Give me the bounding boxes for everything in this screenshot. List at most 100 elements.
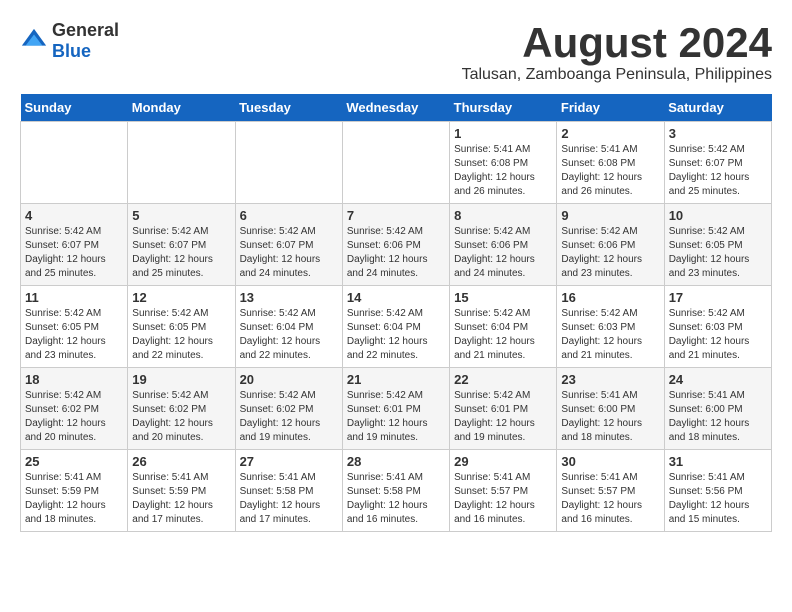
day-info: Sunrise: 5:41 AM Sunset: 6:00 PM Dayligh… — [669, 389, 767, 445]
day-number: 22 — [454, 372, 552, 387]
calendar-subtitle: Talusan, Zamboanga Peninsula, Philippine… — [462, 66, 772, 84]
calendar-cell — [235, 122, 342, 204]
day-info: Sunrise: 5:41 AM Sunset: 6:08 PM Dayligh… — [454, 143, 552, 199]
day-info: Sunrise: 5:41 AM Sunset: 6:00 PM Dayligh… — [561, 389, 659, 445]
day-info: Sunrise: 5:41 AM Sunset: 5:57 PM Dayligh… — [561, 471, 659, 527]
day-info: Sunrise: 5:42 AM Sunset: 6:06 PM Dayligh… — [347, 225, 445, 281]
calendar-cell: 8 Sunrise: 5:42 AM Sunset: 6:06 PM Daylig… — [450, 204, 557, 286]
day-number: 9 — [561, 208, 659, 223]
day-info: Sunrise: 5:41 AM Sunset: 5:57 PM Dayligh… — [454, 471, 552, 527]
calendar-cell: 10 Sunrise: 5:42 AM Sunset: 6:05 PM Dayli… — [664, 204, 771, 286]
calendar-cell: 7 Sunrise: 5:42 AM Sunset: 6:06 PM Daylig… — [342, 204, 449, 286]
day-info: Sunrise: 5:42 AM Sunset: 6:01 PM Dayligh… — [454, 389, 552, 445]
calendar-cell: 3 Sunrise: 5:42 AM Sunset: 6:07 PM Daylig… — [664, 122, 771, 204]
day-info: Sunrise: 5:41 AM Sunset: 5:58 PM Dayligh… — [347, 471, 445, 527]
calendar-cell: 31 Sunrise: 5:41 AM Sunset: 5:56 PM Dayli… — [664, 450, 771, 532]
day-number: 11 — [25, 290, 123, 305]
calendar-cell: 24 Sunrise: 5:41 AM Sunset: 6:00 PM Dayli… — [664, 368, 771, 450]
day-number: 1 — [454, 126, 552, 141]
day-info: Sunrise: 5:42 AM Sunset: 6:05 PM Dayligh… — [669, 225, 767, 281]
calendar-cell: 18Sunrise: 5:42 AM Sunset: 6:02 PM Dayli… — [21, 368, 128, 450]
day-info: Sunrise: 5:42 AM Sunset: 6:07 PM Dayligh… — [240, 225, 338, 281]
calendar-title: August 2024 — [462, 20, 772, 66]
calendar-cell — [21, 122, 128, 204]
day-info: Sunrise: 5:42 AM Sunset: 6:05 PM Dayligh… — [132, 307, 230, 363]
day-info: Sunrise: 5:42 AM Sunset: 6:02 PM Dayligh… — [25, 389, 123, 445]
title-section: August 2024 Talusan, Zamboanga Peninsula… — [462, 20, 772, 84]
day-number: 13 — [240, 290, 338, 305]
calendar-cell — [342, 122, 449, 204]
day-info: Sunrise: 5:41 AM Sunset: 5:56 PM Dayligh… — [669, 471, 767, 527]
day-info: Sunrise: 5:41 AM Sunset: 6:08 PM Dayligh… — [561, 143, 659, 199]
calendar-week-row: 18Sunrise: 5:42 AM Sunset: 6:02 PM Dayli… — [21, 368, 772, 450]
calendar-cell: 2 Sunrise: 5:41 AM Sunset: 6:08 PM Daylig… — [557, 122, 664, 204]
weekday-header-sunday: Sunday — [21, 94, 128, 122]
calendar-week-row: 25Sunrise: 5:41 AM Sunset: 5:59 PM Dayli… — [21, 450, 772, 532]
calendar-cell: 19Sunrise: 5:42 AM Sunset: 6:02 PM Dayli… — [128, 368, 235, 450]
calendar-cell: 11 Sunrise: 5:42 AM Sunset: 6:05 PM Dayli… — [21, 286, 128, 368]
calendar-cell: 21 Sunrise: 5:42 AM Sunset: 6:01 PM Dayli… — [342, 368, 449, 450]
day-number: 8 — [454, 208, 552, 223]
calendar-cell: 22 Sunrise: 5:42 AM Sunset: 6:01 PM Dayli… — [450, 368, 557, 450]
day-info: Sunrise: 5:42 AM Sunset: 6:04 PM Dayligh… — [347, 307, 445, 363]
day-number: 31 — [669, 454, 767, 469]
day-info: Sunrise: 5:42 AM Sunset: 6:01 PM Dayligh… — [347, 389, 445, 445]
weekday-header-saturday: Saturday — [664, 94, 771, 122]
weekday-header-monday: Monday — [128, 94, 235, 122]
calendar-cell: 6 Sunrise: 5:42 AM Sunset: 6:07 PM Daylig… — [235, 204, 342, 286]
weekday-header-tuesday: Tuesday — [235, 94, 342, 122]
weekday-header-row: SundayMondayTuesdayWednesdayThursdayFrid… — [21, 94, 772, 122]
day-info: Sunrise: 5:42 AM Sunset: 6:06 PM Dayligh… — [454, 225, 552, 281]
day-info: Sunrise: 5:42 AM Sunset: 6:07 PM Dayligh… — [132, 225, 230, 281]
day-number: 30 — [561, 454, 659, 469]
logo-text-blue: Blue — [52, 41, 91, 61]
calendar-cell: 20Sunrise: 5:42 AM Sunset: 6:02 PM Dayli… — [235, 368, 342, 450]
day-number: 19 — [132, 372, 230, 387]
day-info: Sunrise: 5:41 AM Sunset: 5:59 PM Dayligh… — [25, 471, 123, 527]
calendar-cell: 13 Sunrise: 5:42 AM Sunset: 6:04 PM Dayli… — [235, 286, 342, 368]
day-number: 6 — [240, 208, 338, 223]
page-header: General Blue August 2024 Talusan, Zamboa… — [20, 20, 772, 84]
day-number: 2 — [561, 126, 659, 141]
day-number: 29 — [454, 454, 552, 469]
calendar-cell: 12 Sunrise: 5:42 AM Sunset: 6:05 PM Dayli… — [128, 286, 235, 368]
calendar-cell: 9 Sunrise: 5:42 AM Sunset: 6:06 PM Daylig… — [557, 204, 664, 286]
calendar-cell: 17Sunrise: 5:42 AM Sunset: 6:03 PM Dayli… — [664, 286, 771, 368]
calendar-cell: 1 Sunrise: 5:41 AM Sunset: 6:08 PM Daylig… — [450, 122, 557, 204]
day-info: Sunrise: 5:42 AM Sunset: 6:06 PM Dayligh… — [561, 225, 659, 281]
day-info: Sunrise: 5:42 AM Sunset: 6:03 PM Dayligh… — [669, 307, 767, 363]
day-info: Sunrise: 5:41 AM Sunset: 5:58 PM Dayligh… — [240, 471, 338, 527]
day-number: 21 — [347, 372, 445, 387]
calendar-cell: 27Sunrise: 5:41 AM Sunset: 5:58 PM Dayli… — [235, 450, 342, 532]
calendar-cell: 30 Sunrise: 5:41 AM Sunset: 5:57 PM Dayli… — [557, 450, 664, 532]
calendar-cell: 14 Sunrise: 5:42 AM Sunset: 6:04 PM Dayli… — [342, 286, 449, 368]
calendar-cell: 26Sunrise: 5:41 AM Sunset: 5:59 PM Dayli… — [128, 450, 235, 532]
day-info: Sunrise: 5:42 AM Sunset: 6:04 PM Dayligh… — [240, 307, 338, 363]
day-info: Sunrise: 5:42 AM Sunset: 6:07 PM Dayligh… — [669, 143, 767, 199]
logo-icon — [20, 27, 48, 55]
day-info: Sunrise: 5:42 AM Sunset: 6:04 PM Dayligh… — [454, 307, 552, 363]
day-number: 4 — [25, 208, 123, 223]
day-number: 5 — [132, 208, 230, 223]
day-info: Sunrise: 5:42 AM Sunset: 6:05 PM Dayligh… — [25, 307, 123, 363]
calendar-cell: 15Sunrise: 5:42 AM Sunset: 6:04 PM Dayli… — [450, 286, 557, 368]
day-number: 23 — [561, 372, 659, 387]
weekday-header-friday: Friday — [557, 94, 664, 122]
day-info: Sunrise: 5:42 AM Sunset: 6:03 PM Dayligh… — [561, 307, 659, 363]
day-info: Sunrise: 5:42 AM Sunset: 6:02 PM Dayligh… — [240, 389, 338, 445]
calendar-week-row: 4 Sunrise: 5:42 AM Sunset: 6:07 PM Daylig… — [21, 204, 772, 286]
day-number: 14 — [347, 290, 445, 305]
calendar-cell: 28Sunrise: 5:41 AM Sunset: 5:58 PM Dayli… — [342, 450, 449, 532]
day-number: 12 — [132, 290, 230, 305]
calendar-cell: 25Sunrise: 5:41 AM Sunset: 5:59 PM Dayli… — [21, 450, 128, 532]
day-info: Sunrise: 5:42 AM Sunset: 6:07 PM Dayligh… — [25, 225, 123, 281]
day-number: 10 — [669, 208, 767, 223]
calendar-cell: 5 Sunrise: 5:42 AM Sunset: 6:07 PM Daylig… — [128, 204, 235, 286]
weekday-header-thursday: Thursday — [450, 94, 557, 122]
weekday-header-wednesday: Wednesday — [342, 94, 449, 122]
day-number: 3 — [669, 126, 767, 141]
day-number: 7 — [347, 208, 445, 223]
day-number: 24 — [669, 372, 767, 387]
calendar-table: SundayMondayTuesdayWednesdayThursdayFrid… — [20, 94, 772, 532]
day-number: 16 — [561, 290, 659, 305]
